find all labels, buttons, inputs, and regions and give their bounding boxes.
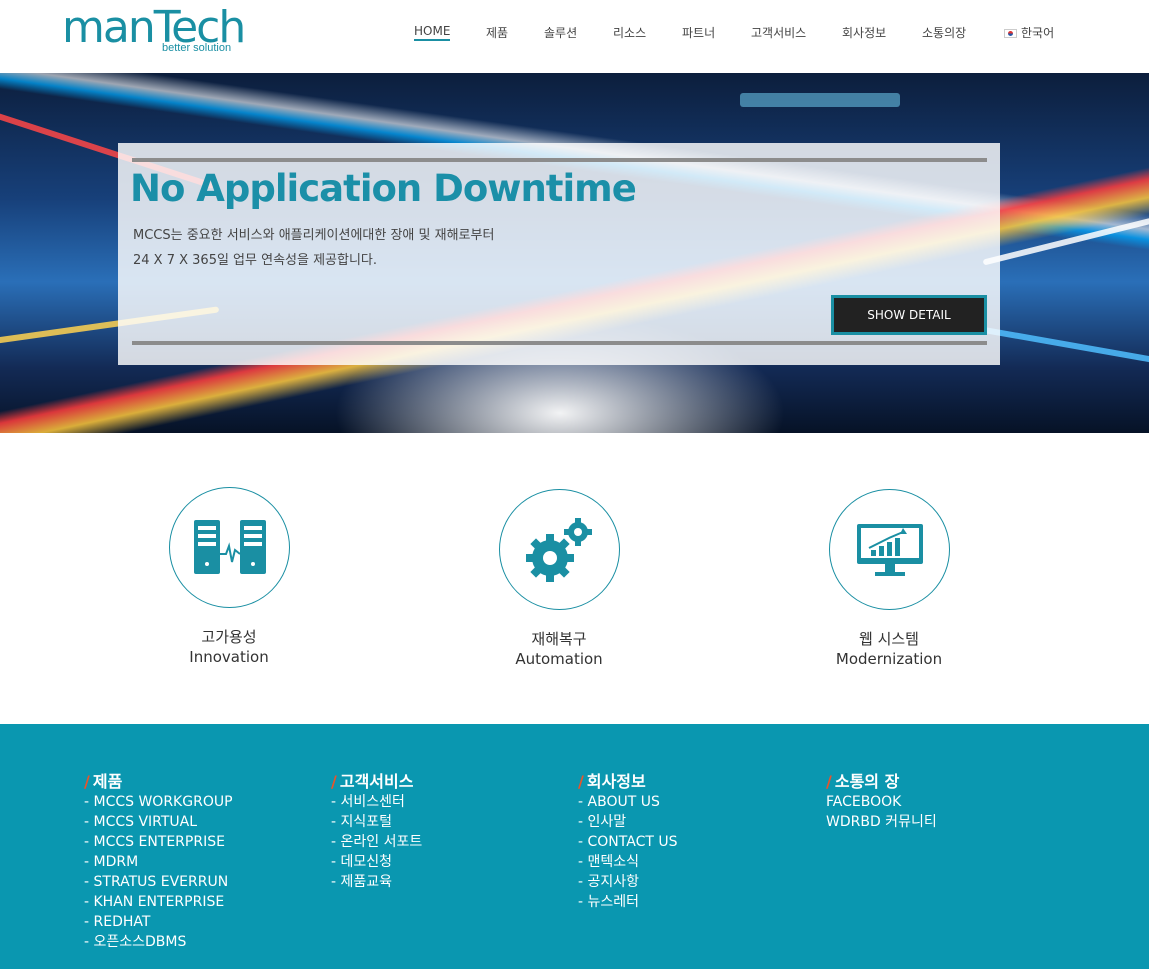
show-detail-button[interactable]: SHOW DETAIL: [831, 295, 987, 335]
footer-title-text: 고객서비스: [339, 772, 414, 791]
title-slash: /: [84, 772, 90, 791]
footer-link[interactable]: FACEBOOK: [826, 792, 937, 812]
feature-icon-circle: [169, 487, 290, 608]
footer-link[interactable]: - MCCS VIRTUAL: [84, 812, 233, 832]
gears-icon: [525, 517, 592, 582]
nav-item-partners[interactable]: 파트너: [682, 24, 715, 41]
footer-title-text: 제품: [92, 772, 123, 791]
feature-title-en: Modernization: [835, 650, 943, 668]
nav-item-resources[interactable]: 리소스: [613, 24, 646, 41]
footer-link[interactable]: - 제품교육: [331, 872, 422, 892]
korea-flag-icon: [1004, 29, 1017, 38]
footer-link[interactable]: - 지식포털: [331, 812, 422, 832]
title-slash: /: [331, 772, 337, 791]
footer-link[interactable]: - STRATUS EVERRUN: [84, 872, 233, 892]
language-label: 한국어: [1021, 26, 1055, 40]
hero-description-line2: 24 X 7 X 365일 업무 연속성을 제공합니다.: [133, 253, 378, 268]
feature-title-ko: 재해복구: [531, 630, 587, 648]
footer-link[interactable]: - MDRM: [84, 852, 233, 872]
nav-item-company[interactable]: 회사정보: [842, 24, 886, 41]
light-trail: [982, 206, 1149, 266]
footer-link[interactable]: - 데모신청: [331, 852, 422, 872]
hero-panel: No Application Downtime MCCS는 중요한 서비스와 애…: [118, 143, 1000, 365]
nav-item-products[interactable]: 제품: [486, 24, 508, 41]
footer-link[interactable]: - MCCS WORKGROUP: [84, 792, 233, 812]
mantech-logo[interactable]: manTech better solution: [62, 2, 246, 58]
footer-link[interactable]: WDRBD 커뮤니티: [826, 812, 937, 832]
footer-link[interactable]: - 공지사항: [578, 872, 677, 892]
nav-item-solutions[interactable]: 솔루션: [544, 24, 577, 41]
site-header: manTech better solution HOME 제품 솔루션 리소스 …: [0, 0, 1149, 73]
title-slash: /: [578, 772, 584, 791]
monitor-chart-icon: [856, 523, 923, 576]
hero-description-line1: MCCS는 중요한 서비스와 애플리케이션에대한 장애 및 재해로부터: [133, 228, 495, 243]
logo-tagline: better solution: [162, 42, 232, 54]
footer-link[interactable]: - MCCS ENTERPRISE: [84, 832, 233, 852]
divider: [132, 341, 987, 345]
footer-link[interactable]: - 인사말: [578, 812, 677, 832]
footer-column-customer-service: / 고객서비스 - 서비스센터 - 지식포털 - 온라인 서포트 - 데모신청 -…: [331, 768, 422, 892]
footer-column-community: / 소통의 장 FACEBOOK WDRBD 커뮤니티: [826, 768, 937, 832]
feature-title-ko: 웹 시스템: [859, 630, 919, 648]
footer-title-text: 회사정보: [586, 772, 646, 791]
footer-column-title: / 소통의 장: [826, 768, 937, 792]
divider: [132, 158, 987, 162]
title-slash: /: [826, 772, 832, 791]
feature-title-en: Innovation: [189, 648, 269, 666]
footer-link[interactable]: - CONTACT US: [578, 832, 677, 852]
footer-link[interactable]: - 서비스센터: [331, 792, 422, 812]
footer-link[interactable]: - REDHAT: [84, 912, 233, 932]
feature-icon-circle: [829, 489, 950, 610]
nav-item-community[interactable]: 소통의장: [922, 24, 966, 41]
servers-icon: [193, 519, 266, 574]
footer-column-title: / 제품: [84, 768, 233, 792]
footer-column-company: / 회사정보 - ABOUT US - 인사말 - CONTACT US - 맨텍…: [578, 768, 677, 912]
hero-banner: No Application Downtime MCCS는 중요한 서비스와 애…: [0, 73, 1149, 433]
hero-headline: No Application Downtime: [130, 167, 637, 210]
footer-column-title: / 고객서비스: [331, 768, 422, 792]
footer-link[interactable]: - 맨텍소식: [578, 852, 677, 872]
nav-item-home[interactable]: HOME: [414, 24, 451, 41]
nav-item-customer-service[interactable]: 고객서비스: [751, 24, 806, 41]
feature-title-ko: 고가용성: [201, 628, 257, 646]
nav-item-language[interactable]: 한국어: [1004, 24, 1054, 41]
feature-icon-circle: [499, 489, 620, 610]
footer-link[interactable]: - 온라인 서포트: [331, 832, 422, 852]
site-footer: / 제품 - MCCS WORKGROUP - MCCS VIRTUAL - MC…: [0, 724, 1149, 969]
footer-column-title: / 회사정보: [578, 768, 677, 792]
footer-link[interactable]: - KHAN ENTERPRISE: [84, 892, 233, 912]
footer-link[interactable]: - ABOUT US: [578, 792, 677, 812]
footer-link[interactable]: - 오픈소스DBMS: [84, 932, 233, 952]
feature-title-en: Automation: [515, 650, 603, 668]
footer-title-text: 소통의 장: [834, 772, 900, 791]
footer-column-products: / 제품 - MCCS WORKGROUP - MCCS VIRTUAL - MC…: [84, 768, 233, 952]
footer-link[interactable]: - 뉴스레터: [578, 892, 677, 912]
light-trail: [740, 93, 900, 107]
